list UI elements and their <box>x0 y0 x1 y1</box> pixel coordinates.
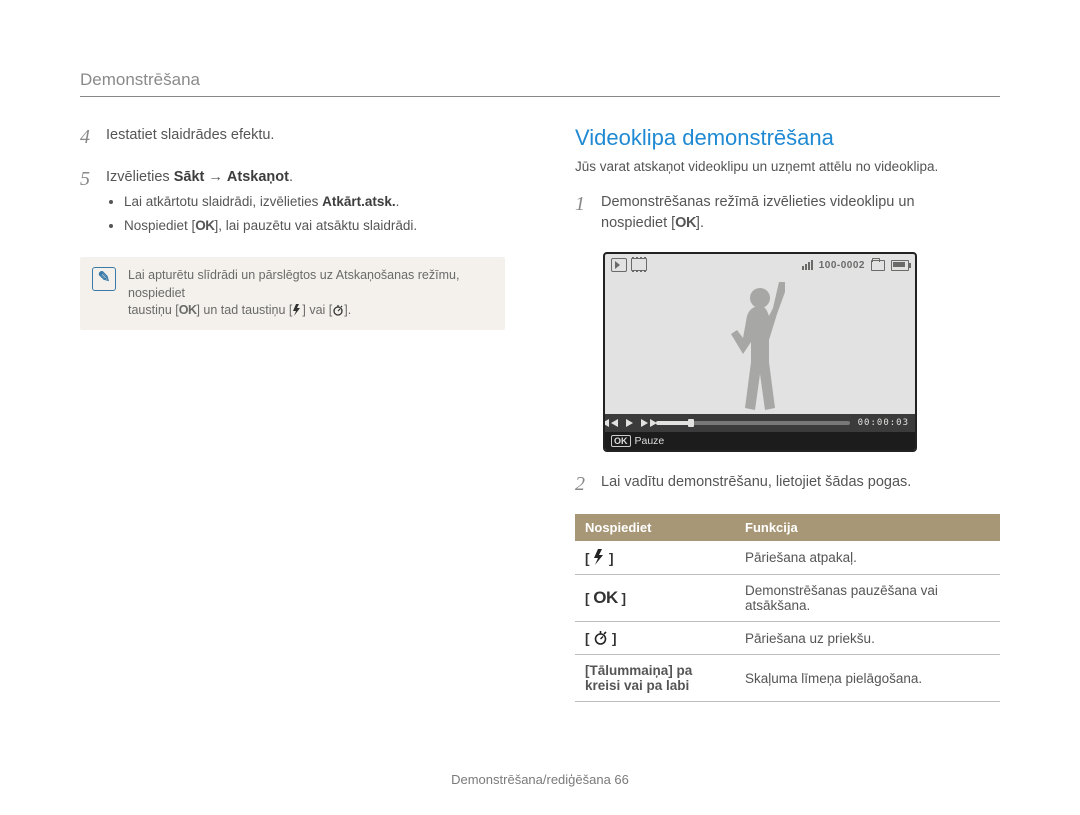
func-cell: Skaļuma līmeņa pielāgošana. <box>735 655 1000 702</box>
key-cell: [ OK ] <box>575 575 735 622</box>
page-header: Demonstrēšana <box>80 70 1000 97</box>
timer-icon <box>593 631 608 646</box>
battery-icon <box>891 260 909 271</box>
txt: ] vai [ <box>302 303 332 317</box>
step-1: 1 Demonstrēšanas režīmā izvēlieties vide… <box>575 192 1000 234</box>
th-press: Nospiediet <box>575 514 735 541</box>
right-column: Videoklipa demonstrēšana Jūs varat atska… <box>575 125 1000 702</box>
pause-label: Pauze <box>635 435 665 447</box>
left-column: 4 Iestatiet slaidrādes efektu. 5 Izvēlie… <box>80 125 505 702</box>
step-number: 4 <box>80 125 106 149</box>
bullet: Nospiediet [OK], lai pauzētu vai atsāktu… <box>124 216 505 236</box>
key-cell: [ ] <box>575 622 735 655</box>
txt: Demonstrēšanas režīmā izvēlieties videok… <box>601 194 915 210</box>
signal-icon <box>802 260 813 270</box>
page-footer: Demonstrēšana/rediģēšana 66 <box>0 772 1080 787</box>
section-subtext: Jūs varat atskaņot videoklipu un uzņemt … <box>575 159 1000 174</box>
txt: ]. <box>696 215 704 231</box>
bold: Atkārt.atsk. <box>322 194 396 209</box>
table-row: [Tālummaiņa] pa kreisi vai pa labi Skaļu… <box>575 655 1000 702</box>
video-preview: 100-0002 <box>603 252 917 452</box>
step-number: 2 <box>575 472 601 496</box>
step-4: 4 Iestatiet slaidrādes efektu. <box>80 125 505 149</box>
preview-hintbar: OK Pauze <box>605 432 915 450</box>
note-box: ✎ Lai apturētu slīdrādi un pārslēgtos uz… <box>80 257 505 330</box>
txt: ] un tad taustiņu [ <box>196 303 292 317</box>
preview-timeline: 00:00:03 <box>605 414 915 432</box>
step-2: 2 Lai vadītu demonstrēšanu, lietojiet šā… <box>575 472 1000 496</box>
txt: nospiediet [ <box>601 215 675 231</box>
step-5: 5 Izvēlieties Sākt → Atskaņot. Lai atkār… <box>80 167 505 239</box>
txt: taustiņu [ <box>128 303 179 317</box>
func-cell: Pāriešana uz priekšu. <box>735 622 1000 655</box>
txt: → <box>204 169 227 185</box>
step-number: 5 <box>80 167 106 191</box>
step-text: Demonstrēšanas režīmā izvēlieties videok… <box>601 192 1000 234</box>
ok-icon: OK <box>195 218 214 233</box>
flash-icon <box>593 551 605 566</box>
txt: Izvēlieties <box>106 169 174 185</box>
txt: Lai atkārtotu slaidrādi, izvēlieties <box>124 194 322 209</box>
progress-track <box>656 421 850 425</box>
play-icon <box>626 419 633 427</box>
table-row: [ ] Pāriešana uz priekšu. <box>575 622 1000 655</box>
table-row: [ OK ] Demonstrēšanas pauzēšana vai atsā… <box>575 575 1000 622</box>
txt: . <box>396 194 400 209</box>
flash-icon <box>292 303 302 317</box>
skip-forward-icon <box>641 419 648 427</box>
bullet: Lai atkārtotu slaidrādi, izvēlieties Atk… <box>124 192 505 212</box>
txt: . <box>289 169 293 185</box>
table-row: [ ] Pāriešana atpakaļ. <box>575 541 1000 575</box>
timer-icon <box>332 303 344 317</box>
functions-table: Nospiediet Funkcija [ ] Pāriešana atpaka… <box>575 514 1000 702</box>
ok-icon: OK <box>611 435 631 447</box>
bold: Sākt <box>174 169 205 185</box>
func-cell: Pāriešana atpakaļ. <box>735 541 1000 575</box>
bold: Atskaņot <box>227 169 289 185</box>
preview-topbar: 100-0002 <box>605 254 915 276</box>
timecode: 00:00:03 <box>858 418 909 428</box>
txt: Lai apturētu slīdrādi un pārslēgtos uz A… <box>128 268 459 300</box>
folder-icon <box>871 260 885 271</box>
preview-frame <box>605 276 915 414</box>
section-title: Videoklipa demonstrēšana <box>575 125 1000 151</box>
person-silhouette-icon <box>725 282 795 412</box>
skip-back-icon <box>611 419 618 427</box>
note-icon: ✎ <box>92 267 116 291</box>
step-text: Iestatiet slaidrādes efektu. <box>106 125 505 146</box>
note-text: Lai apturētu slīdrādi un pārslēgtos uz A… <box>128 267 493 320</box>
ok-icon: OK <box>179 303 197 317</box>
step-text: Izvēlieties Sākt → Atskaņot. Lai atkārto… <box>106 167 505 239</box>
key-text: [Tālummaiņa] pa kreisi vai pa labi <box>585 663 692 693</box>
func-cell: Demonstrēšanas pauzēšana vai atsākšana. <box>735 575 1000 622</box>
ok-icon: OK <box>675 215 696 231</box>
key-cell: [Tālummaiņa] pa kreisi vai pa labi <box>575 655 735 702</box>
key-cell: [ ] <box>575 541 735 575</box>
th-function: Funkcija <box>735 514 1000 541</box>
ok-icon: OK <box>593 588 618 608</box>
step-text: Lai vadītu demonstrēšanu, lietojiet šāda… <box>601 472 1000 493</box>
video-file-icon <box>631 258 647 271</box>
txt: ]. <box>344 303 351 317</box>
step-number: 1 <box>575 192 601 216</box>
playback-mode-icon <box>611 258 627 272</box>
file-counter: 100-0002 <box>819 260 865 271</box>
txt: Nospiediet [ <box>124 218 195 233</box>
txt: ], lai pauzētu vai atsāktu slaidrādi. <box>215 218 418 233</box>
